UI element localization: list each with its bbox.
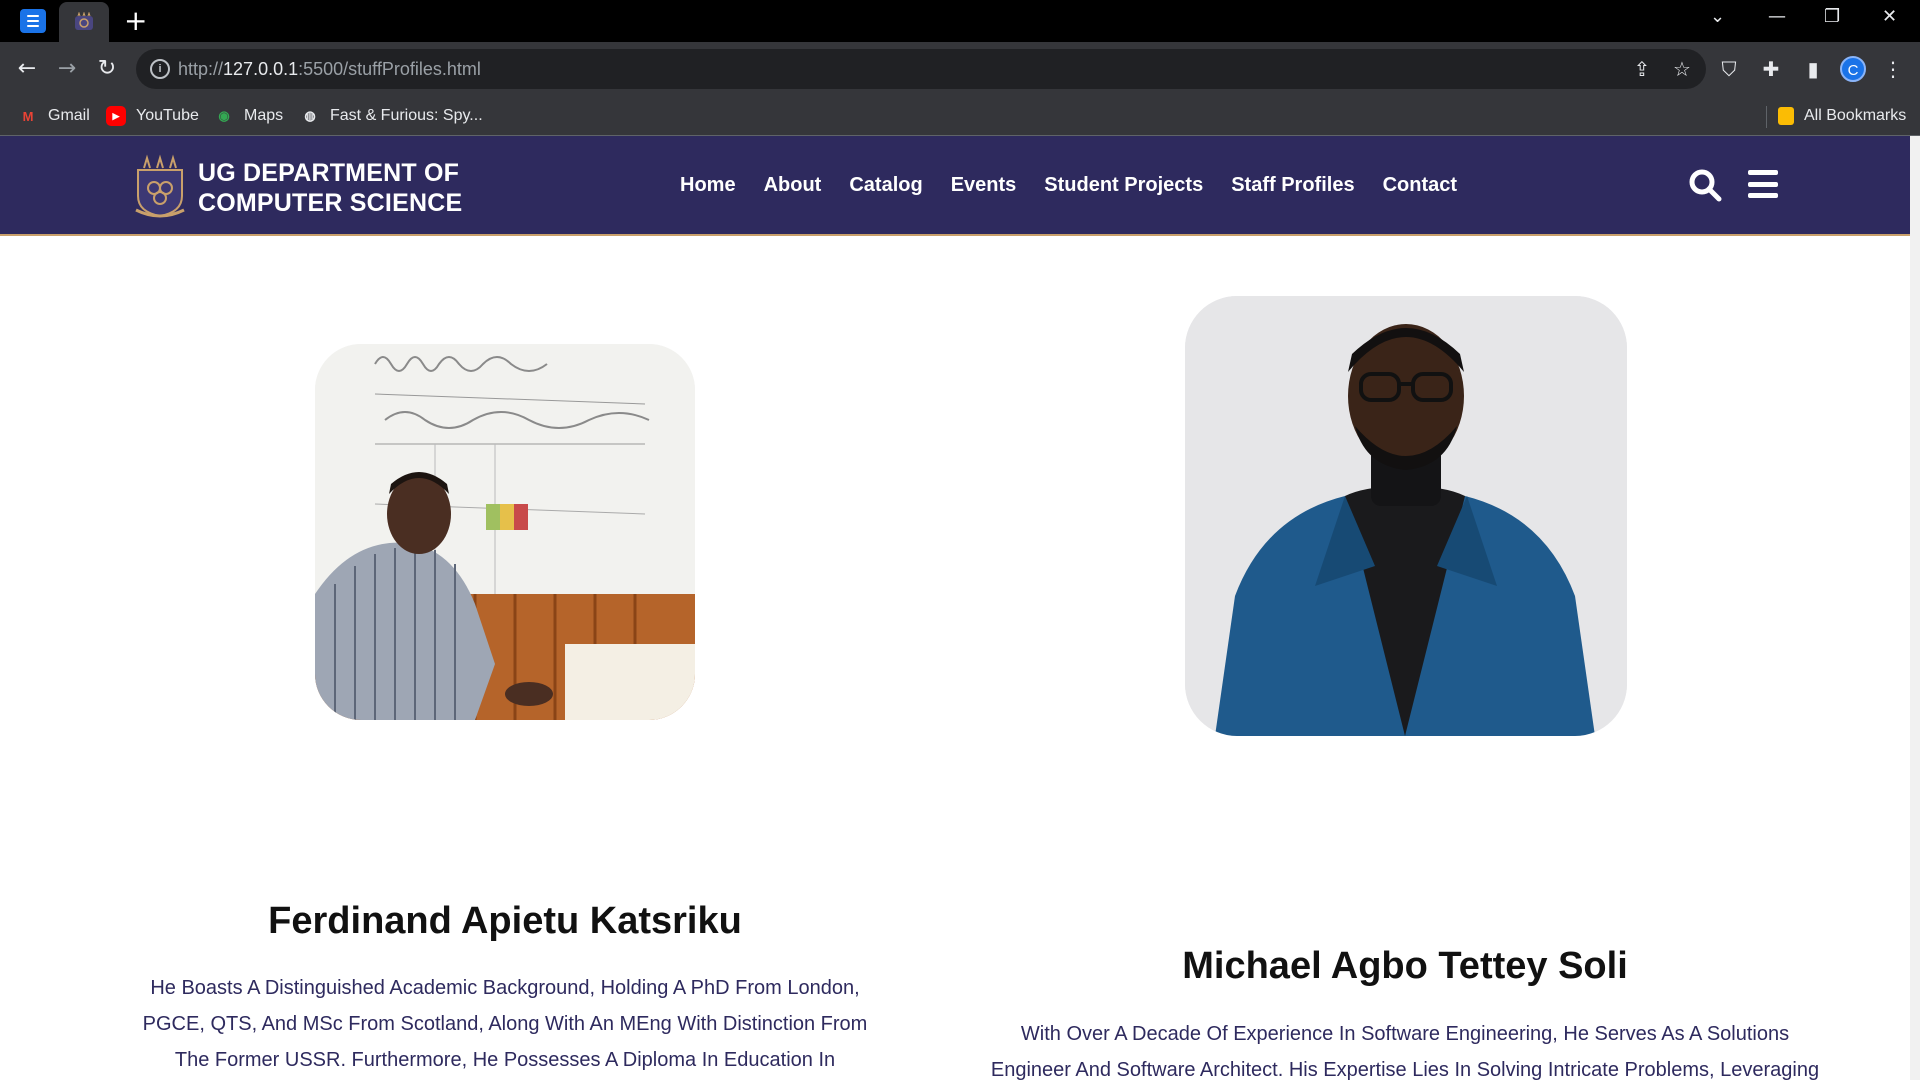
site-logo-text[interactable]: UG DEPARTMENT OF COMPUTER SCIENCE (198, 158, 462, 218)
search-icon[interactable] (1688, 168, 1722, 202)
ug-crest-favicon-icon (75, 12, 93, 30)
bookmark-star-icon[interactable]: ☆ (1670, 57, 1694, 81)
site-info-icon[interactable]: i (150, 59, 170, 79)
bookmark-label: Maps (244, 107, 284, 124)
side-panel-icon[interactable]: ▮ (1798, 54, 1828, 84)
docs-app-tab-icon[interactable] (20, 9, 46, 33)
nav-catalog[interactable]: Catalog (849, 174, 922, 197)
tab-search-chevron-icon[interactable]: ⌄ (1710, 6, 1725, 27)
profile-bio: With Over A Decade Of Experience In Soft… (990, 1023, 1820, 1080)
bookmark-label: YouTube (136, 107, 199, 124)
man-in-blue-blazer-image (1185, 296, 1627, 736)
nav-staff-profiles[interactable]: Staff Profiles (1231, 174, 1354, 197)
bookmark-label: Fast & Furious: Spy... (330, 107, 483, 124)
active-tab[interactable] (59, 2, 109, 42)
address-bar[interactable]: i http://127.0.0.1:5500/stuffProfiles.ht… (136, 49, 1706, 89)
share-icon[interactable]: ⇪ (1630, 57, 1654, 81)
new-tab-button[interactable]: + (124, 6, 147, 36)
main-nav: Home About Catalog Events Student Projec… (680, 174, 1457, 197)
reload-icon[interactable]: ↻ (92, 54, 122, 84)
lecturer-presenting-image (315, 344, 695, 720)
site-header: UG DEPARTMENT OF COMPUTER SCIENCE Home A… (0, 136, 1910, 236)
bookmarks-bar: M Gmail ▶ YouTube ◉ Maps ◍ Fast & Furiou… (0, 96, 1920, 136)
url-scheme: http:// (178, 59, 224, 79)
close-window-icon[interactable]: ✕ (1882, 6, 1897, 27)
forward-arrow-icon[interactable]: → (52, 54, 82, 84)
maps-icon: ◉ (218, 108, 230, 123)
profile-photo-katsriku (315, 344, 695, 720)
profile-name: Michael Agbo Tettey Soli (1182, 945, 1628, 987)
bookmark-fast-furious[interactable]: ◍ Fast & Furious: Spy... (300, 104, 483, 128)
profile-photo-soli (1185, 296, 1627, 736)
profile-avatar[interactable]: C (1840, 56, 1866, 82)
browser-toolbar: ← → ↻ i http://127.0.0.1:5500/stuffProfi… (0, 42, 1920, 96)
minimize-icon[interactable]: — (1768, 6, 1786, 27)
bookmark-youtube[interactable]: ▶ YouTube (106, 104, 199, 128)
url-text[interactable]: http://127.0.0.1:5500/stuffProfiles.html (178, 59, 481, 80)
browser-tab-strip: + ⌄ — ❐ ✕ (0, 0, 1920, 42)
gmail-icon: M (22, 108, 34, 124)
page-viewport: UG DEPARTMENT OF COMPUTER SCIENCE Home A… (0, 136, 1910, 1080)
ug-crest-logo-icon[interactable] (132, 154, 188, 218)
logo-line-2: COMPUTER SCIENCE (198, 189, 463, 217)
folder-icon (1778, 107, 1794, 125)
globe-icon: ◍ (304, 108, 316, 123)
nav-home[interactable]: Home (680, 174, 736, 197)
youtube-icon: ▶ (106, 106, 126, 126)
url-path: :5500/stuffProfiles.html (298, 59, 481, 79)
nav-events[interactable]: Events (951, 174, 1017, 197)
nav-student-projects[interactable]: Student Projects (1044, 174, 1203, 197)
bookmarks-divider (1766, 106, 1767, 128)
restore-icon[interactable]: ❐ (1824, 6, 1840, 27)
back-arrow-icon[interactable]: ← (12, 54, 42, 84)
browser-menu-kebab-icon[interactable]: ⋮ (1878, 54, 1908, 84)
bookmark-gmail[interactable]: M Gmail (18, 104, 90, 128)
page-scrollbar[interactable] (1910, 136, 1920, 1080)
nav-contact[interactable]: Contact (1383, 174, 1457, 197)
all-bookmarks-button[interactable]: All Bookmarks (1778, 104, 1906, 128)
bookmark-label: Gmail (48, 107, 90, 124)
profile-bio: He Boasts A Distinguished Academic Backg… (142, 977, 868, 1071)
shield-extension-icon[interactable]: ⛉ (1714, 54, 1744, 84)
profile-name: Ferdinand Apietu Katsriku (268, 900, 742, 942)
all-bookmarks-label: All Bookmarks (1804, 107, 1907, 124)
logo-line-1: UG DEPARTMENT OF (198, 159, 460, 187)
bookmark-maps[interactable]: ◉ Maps (214, 104, 283, 128)
url-host: 127.0.0.1 (223, 59, 299, 79)
nav-about[interactable]: About (764, 174, 822, 197)
extensions-puzzle-icon[interactable]: ✚ (1756, 54, 1786, 84)
hamburger-menu-icon[interactable] (1748, 170, 1778, 198)
